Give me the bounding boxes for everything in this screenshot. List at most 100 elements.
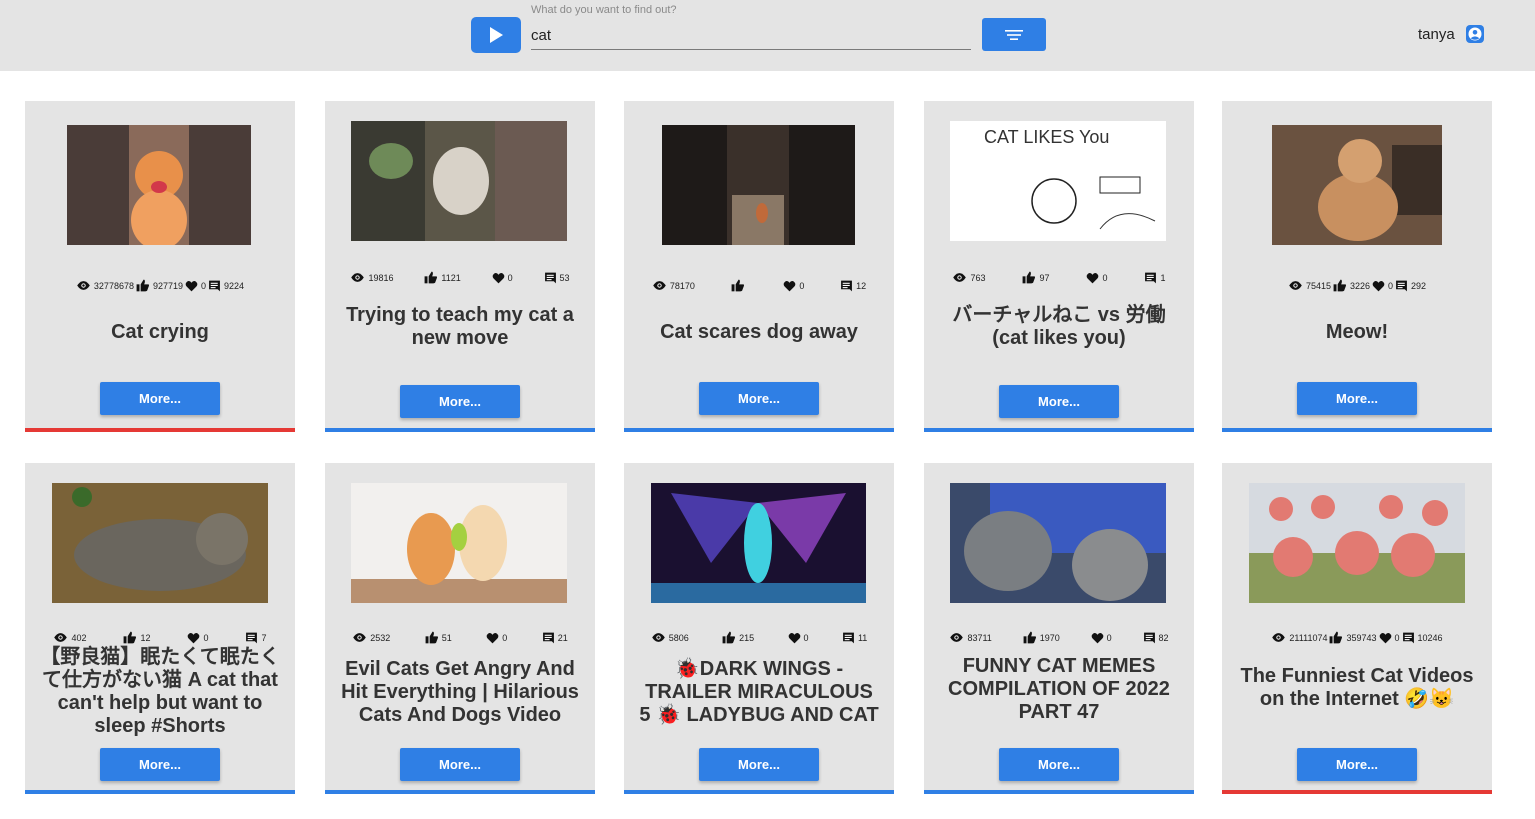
video-title: Evil Cats Get Angry And Hit Everything |… <box>341 657 579 726</box>
thumbs-up-icon[interactable] <box>1022 271 1036 284</box>
video-thumbnail[interactable] <box>67 125 251 245</box>
heart-icon[interactable] <box>187 632 200 644</box>
video-title: Meow! <box>1325 320 1389 343</box>
video-stats: 75415 3226 0 292 <box>1222 279 1492 292</box>
heart-icon[interactable] <box>185 280 198 292</box>
heart-icon[interactable] <box>1379 632 1392 644</box>
comment-icon[interactable] <box>245 632 258 644</box>
heart-count-value: 0 <box>203 632 209 643</box>
heart-icon[interactable] <box>1091 632 1104 644</box>
comment-count-value: 10246 <box>1417 632 1443 643</box>
views-icon <box>54 633 68 642</box>
thumbs-up-icon[interactable] <box>1023 631 1037 644</box>
thumbs-up-icon[interactable] <box>1333 279 1347 292</box>
video-thumbnail[interactable] <box>662 125 855 245</box>
heart-icon[interactable] <box>788 632 801 644</box>
card-status-bar <box>25 790 295 794</box>
views-icon <box>1289 281 1302 290</box>
heart-count: 0 <box>492 272 513 284</box>
play-icon <box>490 27 503 43</box>
top-bar: What do you want to find out? tanya <box>0 0 1535 71</box>
heart-icon[interactable] <box>486 632 499 644</box>
comment-icon[interactable] <box>840 280 853 292</box>
more-button[interactable]: More... <box>1297 748 1417 781</box>
card-status-bar <box>1222 428 1492 432</box>
heart-count: 0 <box>788 632 809 644</box>
heart-icon[interactable] <box>1086 272 1099 284</box>
comment-icon[interactable] <box>842 632 855 644</box>
video-thumbnail[interactable] <box>1249 483 1465 603</box>
thumbs-up-icon[interactable] <box>425 631 439 644</box>
more-button[interactable]: More... <box>699 382 819 415</box>
comment-count-value: 11 <box>857 632 868 643</box>
comment-count: 292 <box>1395 280 1426 292</box>
video-stats: 763 97 0 1 <box>924 271 1194 284</box>
more-button[interactable]: More... <box>699 748 819 781</box>
thumbs-up-icon[interactable] <box>136 279 150 292</box>
comment-icon[interactable] <box>1143 632 1156 644</box>
play-button[interactable] <box>471 17 521 53</box>
comment-count: 10246 <box>1402 632 1443 644</box>
more-button[interactable]: More... <box>100 748 220 781</box>
like-count: 927719 <box>136 279 183 292</box>
more-button[interactable]: More... <box>1297 382 1417 415</box>
video-thumbnail[interactable] <box>52 483 268 603</box>
views-icon <box>953 273 967 282</box>
view-count-value: 763 <box>970 272 986 283</box>
video-thumbnail[interactable] <box>950 483 1166 603</box>
video-card: 5806 215 0 11 🐞DARK WINGS - TRAILER MIRACULO… <box>624 463 894 794</box>
card-status-bar <box>924 790 1194 794</box>
more-button[interactable]: More... <box>100 382 220 415</box>
like-count: 3226 <box>1333 279 1370 292</box>
comment-count-value: 12 <box>856 280 867 291</box>
heart-count: 0 <box>1086 272 1107 284</box>
view-count: 763 <box>952 272 986 283</box>
heart-count-value: 0 <box>1388 280 1394 291</box>
comment-icon[interactable] <box>1144 272 1157 284</box>
heart-count-value: 0 <box>1106 632 1112 643</box>
heart-icon[interactable] <box>783 280 796 292</box>
comment-icon[interactable] <box>1402 632 1415 644</box>
comment-icon[interactable] <box>542 632 555 644</box>
views-icon <box>1272 633 1286 642</box>
more-button[interactable]: More... <box>400 748 520 781</box>
heart-icon[interactable] <box>1372 280 1385 292</box>
view-count: 402 <box>53 632 87 643</box>
filter-button[interactable] <box>982 18 1046 51</box>
more-button[interactable]: More... <box>400 385 520 418</box>
like-count-value: 927719 <box>152 280 184 291</box>
video-thumbnail[interactable] <box>351 121 567 241</box>
more-button[interactable]: More... <box>999 748 1119 781</box>
comment-icon[interactable] <box>208 280 221 292</box>
heart-count-value: 0 <box>507 272 513 283</box>
video-thumbnail[interactable] <box>651 483 866 603</box>
video-stats: 19816 1121 0 53 <box>325 271 595 284</box>
view-count-value: 19816 <box>368 272 394 283</box>
card-status-bar <box>924 428 1194 432</box>
heart-count: 0 <box>486 632 507 644</box>
card-status-bar <box>325 428 595 432</box>
video-thumbnail[interactable] <box>351 483 567 603</box>
account-icon[interactable] <box>1465 24 1485 44</box>
like-count: 51 <box>425 631 452 644</box>
heart-count: 0 <box>1372 280 1393 292</box>
more-button[interactable]: More... <box>999 385 1119 418</box>
views-icon <box>77 281 90 290</box>
comment-icon[interactable] <box>1395 280 1408 292</box>
comment-count: 9224 <box>208 280 244 292</box>
heart-count: 0 <box>1379 632 1400 644</box>
thumbs-up-icon[interactable] <box>424 271 438 284</box>
video-thumbnail[interactable]: CAT LIKES You <box>950 121 1166 241</box>
video-stats: 2532 51 0 21 <box>325 631 595 644</box>
search-input[interactable] <box>531 22 971 50</box>
user-menu[interactable]: tanya <box>1418 24 1485 44</box>
thumbs-up-icon[interactable] <box>123 631 137 644</box>
video-title: Cat scares dog away <box>660 320 858 343</box>
thumbs-up-icon[interactable] <box>731 279 745 292</box>
comment-icon[interactable] <box>544 272 557 284</box>
like-count: 1121 <box>424 271 461 284</box>
heart-icon[interactable] <box>492 272 505 284</box>
thumbs-up-icon[interactable] <box>722 631 736 644</box>
thumbs-up-icon[interactable] <box>1329 631 1343 644</box>
video-thumbnail[interactable] <box>1272 125 1442 245</box>
